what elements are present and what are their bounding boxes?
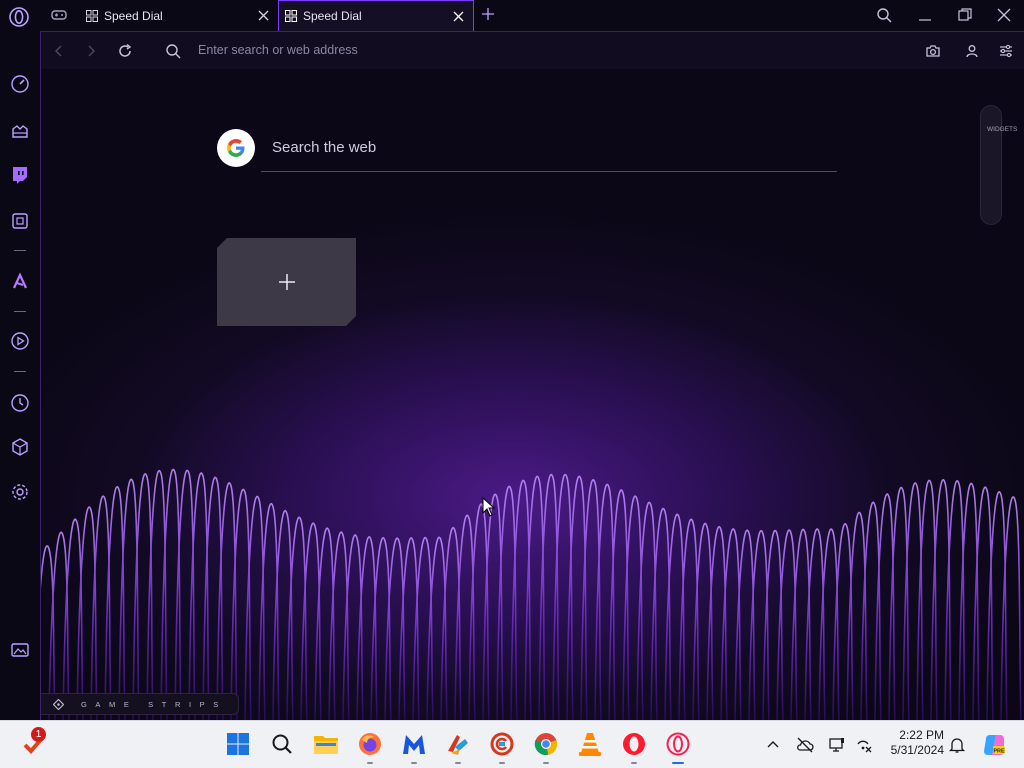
restore-icon[interactable] — [957, 7, 973, 23]
display-icon[interactable] — [828, 736, 846, 754]
tab-speed-dial-1[interactable]: Speed Dial — [78, 0, 278, 31]
game-strips-label: GAME STRIPS — [81, 700, 227, 709]
tab-speed-dial-2[interactable]: Speed Dial — [278, 0, 474, 31]
reload-icon[interactable] — [117, 43, 133, 59]
twitch-icon[interactable] — [10, 165, 30, 185]
game-strips-icon — [53, 699, 64, 710]
gx-corner-icon[interactable] — [10, 120, 30, 140]
chevron-up-icon[interactable] — [764, 736, 782, 754]
chrome-icon[interactable] — [532, 730, 560, 764]
running-indicator — [455, 762, 461, 764]
malwarebytes-icon[interactable] — [400, 730, 428, 764]
add-speed-dial-tile[interactable] — [217, 238, 356, 326]
firefox-icon[interactable] — [356, 730, 384, 764]
cloud-offline-icon[interactable] — [796, 736, 814, 754]
wallpaper-icon[interactable] — [10, 640, 30, 660]
extensions-cube-icon[interactable] — [10, 437, 30, 457]
back-arrow-icon[interactable] — [51, 43, 67, 59]
network-offline-icon[interactable] — [855, 736, 873, 754]
camera-icon[interactable] — [925, 43, 941, 59]
easy-setup-icon[interactable] — [998, 43, 1014, 59]
game-strips-bar[interactable]: GAME STRIPS — [41, 693, 239, 715]
settings-gear-icon[interactable] — [10, 482, 30, 502]
aria-icon[interactable] — [10, 271, 30, 291]
opera-gx-menu-icon[interactable] — [8, 6, 30, 28]
search-icon — [166, 44, 181, 59]
opera-icon[interactable] — [620, 730, 648, 764]
wave-wallpaper — [41, 468, 1022, 720]
running-indicator — [499, 762, 505, 764]
web-search-box[interactable]: Search the web — [217, 129, 837, 175]
search-placeholder[interactable]: Search the web — [272, 139, 376, 156]
sidebar — [0, 31, 41, 730]
active-window-indicator — [672, 762, 684, 764]
notifications-bell-icon[interactable] — [948, 736, 966, 754]
google-g-icon — [217, 129, 255, 167]
title-bar: Speed Dial Speed Dial — [0, 0, 1024, 31]
ccleaner-icon[interactable] — [444, 730, 472, 764]
tab-search-icon[interactable] — [876, 7, 892, 23]
search-underline — [261, 171, 837, 172]
minimize-icon[interactable] — [917, 7, 933, 23]
running-indicator — [367, 762, 373, 764]
speed-dial-icon — [285, 10, 297, 22]
running-indicator — [543, 762, 549, 764]
tab-label: Speed Dial — [104, 8, 163, 23]
speed-dial-icon — [86, 9, 98, 22]
close-icon[interactable] — [257, 9, 270, 22]
close-icon[interactable] — [452, 10, 465, 23]
opera-gx-icon[interactable] — [664, 730, 692, 764]
forward-arrow-icon[interactable] — [83, 43, 99, 59]
sidebar-divider — [14, 250, 26, 251]
screen: Speed Dial Speed Dial Enter search or we… — [0, 0, 1024, 768]
ccleaner-browser-icon[interactable] — [488, 730, 516, 764]
sidebar-divider — [14, 371, 26, 372]
close-window-icon[interactable] — [996, 7, 1012, 23]
tab-label: Speed Dial — [303, 9, 362, 23]
profile-icon[interactable] — [964, 43, 980, 59]
history-icon[interactable] — [10, 393, 30, 413]
new-tab-plus-icon[interactable] — [480, 6, 496, 22]
running-indicator — [631, 762, 637, 764]
widgets-toggle[interactable]: WIDGETS — [980, 105, 1018, 225]
address-input[interactable]: Enter search or web address — [198, 43, 358, 57]
running-indicator — [411, 762, 417, 764]
widgets-label: WIDGETS — [987, 126, 1018, 133]
notification-badge: 1 — [31, 727, 46, 742]
clock-time[interactable]: 2:22 PM — [884, 728, 944, 742]
windows-start-icon[interactable] — [224, 730, 252, 758]
windows-taskbar: 2:22 PM 5/31/2024 PRE — [0, 720, 1024, 768]
gx-controller-icon[interactable] — [50, 7, 68, 23]
speed-dial-page: Search the web WIDGETS GAME STRIPS — [41, 69, 1024, 720]
address-bar: Enter search or web address — [41, 31, 1024, 69]
copilot-pre-icon[interactable]: PRE — [982, 733, 1006, 757]
speed-dial-gauge-icon[interactable] — [10, 74, 30, 94]
plus-icon — [278, 274, 295, 290]
clock-date[interactable]: 5/31/2024 — [874, 743, 944, 757]
vlc-icon[interactable] — [576, 730, 604, 758]
search-icon[interactable] — [268, 730, 296, 758]
mouse-cursor-icon — [482, 497, 496, 517]
sidebar-divider — [14, 311, 26, 312]
svg-text:PRE: PRE — [993, 749, 1005, 755]
gx-control-icon[interactable] — [10, 211, 30, 231]
file-explorer-icon[interactable] — [312, 730, 340, 758]
player-icon[interactable] — [10, 331, 30, 351]
